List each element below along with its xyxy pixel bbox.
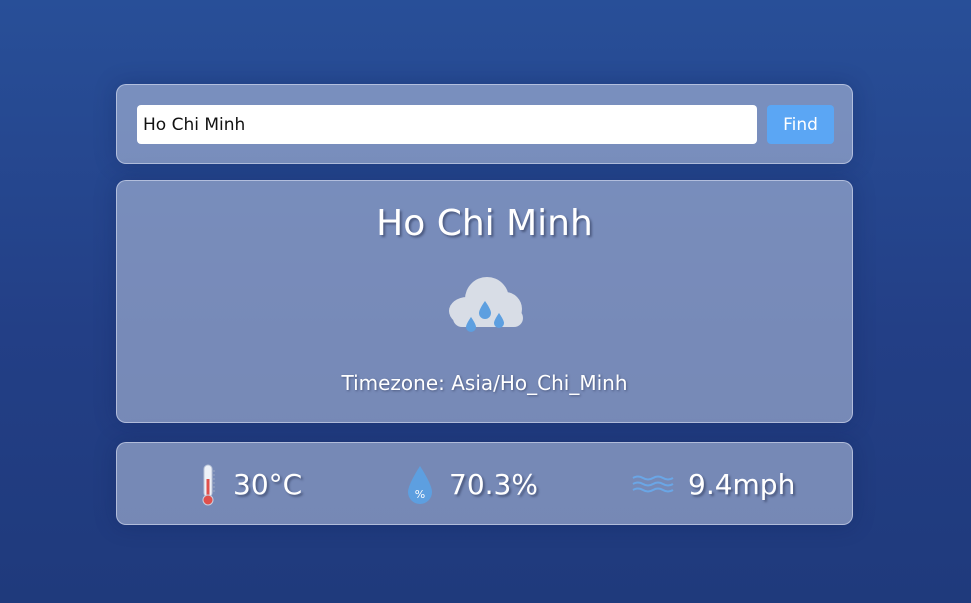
city-name: Ho Chi Minh [376, 203, 593, 244]
svg-text:%: % [415, 488, 425, 501]
wind-value: 9.4mph [688, 468, 796, 501]
wind-icon [632, 475, 674, 492]
humidity-drop-icon: % [408, 465, 432, 504]
timezone-label: Timezone: Asia/Ho_Chi_Minh [341, 371, 628, 395]
rain-cloud-icon [449, 277, 523, 332]
wind-stat: 9.4mph [632, 443, 795, 526]
humidity-stat: % 70.3% [405, 443, 538, 526]
find-button[interactable]: Find [767, 105, 834, 144]
stats-panel: 30°C % 70.3% 9.4mph [116, 442, 853, 525]
city-search-input[interactable] [137, 105, 757, 144]
humidity-value: 70.3% [449, 468, 538, 501]
temperature-stat: 30°C [197, 443, 302, 526]
temperature-value: 30°C [233, 468, 303, 501]
weather-panel: Ho Chi Minh Timezone: Asia/Ho_Chi_Minh [116, 180, 853, 423]
thermometer-icon [202, 464, 215, 505]
search-panel: Find [116, 84, 853, 164]
